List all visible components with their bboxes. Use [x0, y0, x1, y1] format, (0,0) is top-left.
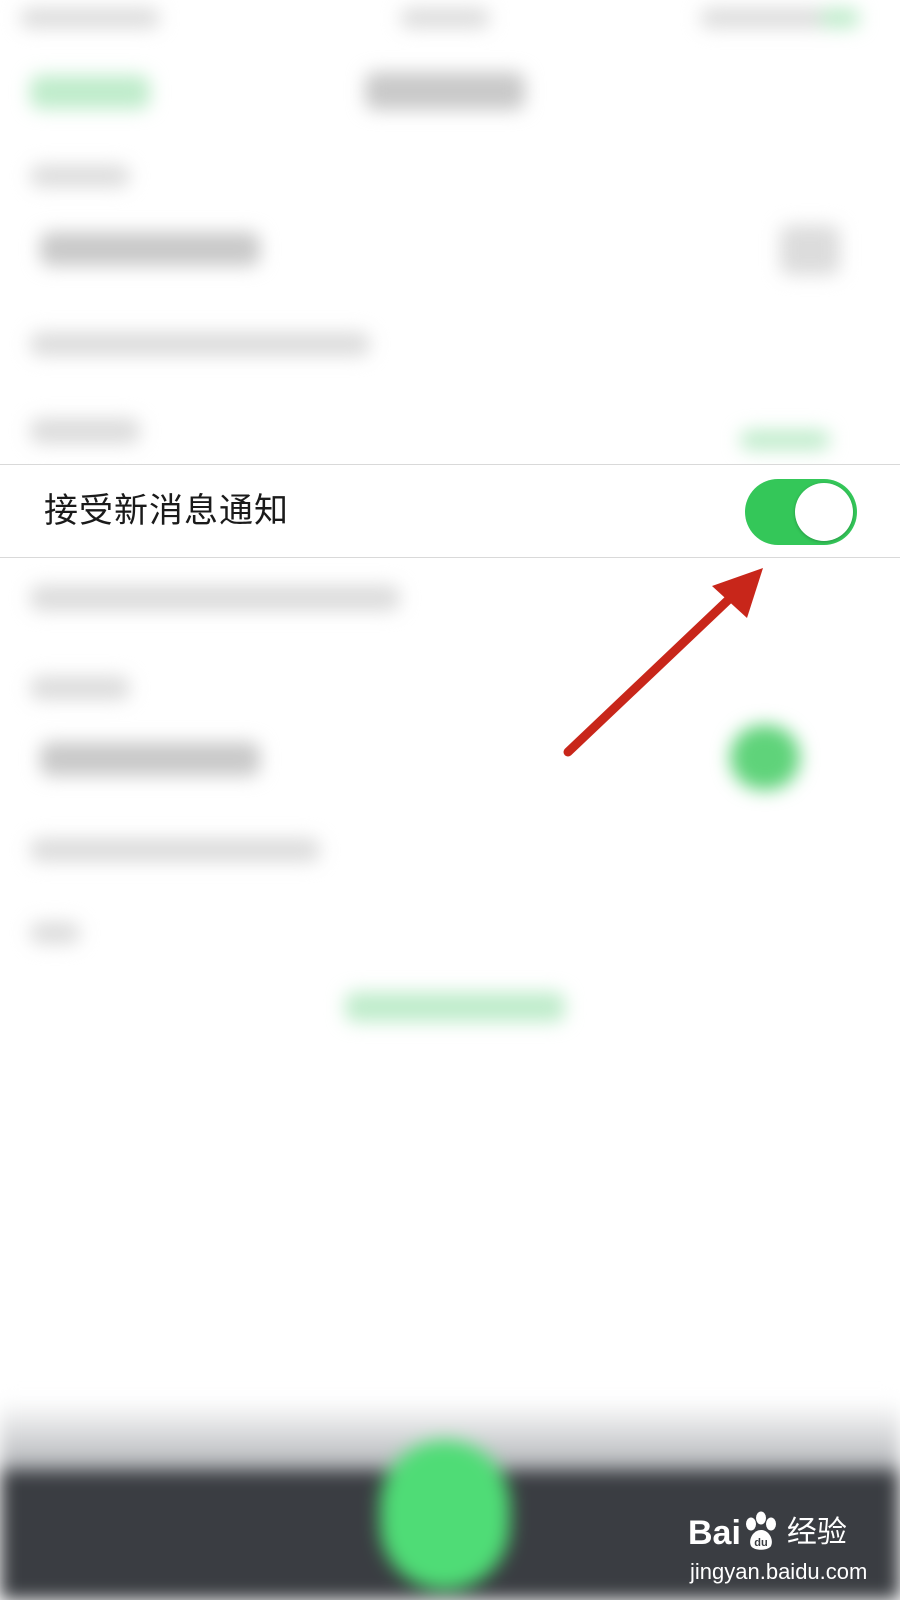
- blurred-background: [0, 0, 900, 1600]
- svg-text:du: du: [754, 1537, 767, 1549]
- nav-back: [30, 75, 150, 109]
- screen: 接受新消息通知 Bai du 经验 jingyan.baidu.com: [0, 0, 900, 1600]
- watermark-brand-left: Bai: [688, 1514, 741, 1552]
- status-bar-center: [400, 8, 490, 28]
- action-link: [345, 992, 565, 1022]
- section-control: [740, 430, 830, 450]
- setting-row-description: [30, 585, 400, 611]
- setting-row-control: [780, 225, 840, 275]
- section-header: [30, 922, 80, 944]
- setting-row-description: [30, 838, 320, 862]
- notification-setting-row: 接受新消息通知: [0, 464, 900, 558]
- status-bar-left: [20, 8, 160, 28]
- baidu-paw-icon: du: [745, 1511, 776, 1550]
- watermark-brand-cn: 经验: [786, 1515, 847, 1550]
- setting-row-label: [40, 742, 260, 776]
- section-header: [30, 165, 130, 187]
- setting-row-label: [40, 232, 260, 266]
- notification-toggle[interactable]: [745, 479, 857, 545]
- toggle-knob: [795, 483, 853, 541]
- status-bar-right: [700, 8, 830, 28]
- status-bar-battery: [820, 8, 860, 28]
- bottom-green-button: [380, 1440, 510, 1590]
- watermark-brand: Bai du 经验: [688, 1508, 847, 1558]
- notification-setting-label: 接受新消息通知: [44, 491, 289, 531]
- section-header: [30, 418, 140, 444]
- setting-row-description: [30, 332, 370, 356]
- baidu-watermark: Bai du 经验 jingyan.baidu.com: [688, 1508, 888, 1592]
- nav-title: [365, 72, 525, 110]
- section-header: [30, 676, 130, 700]
- watermark-url: jingyan.baidu.com: [690, 1559, 868, 1584]
- setting-row-toggle: [730, 725, 800, 790]
